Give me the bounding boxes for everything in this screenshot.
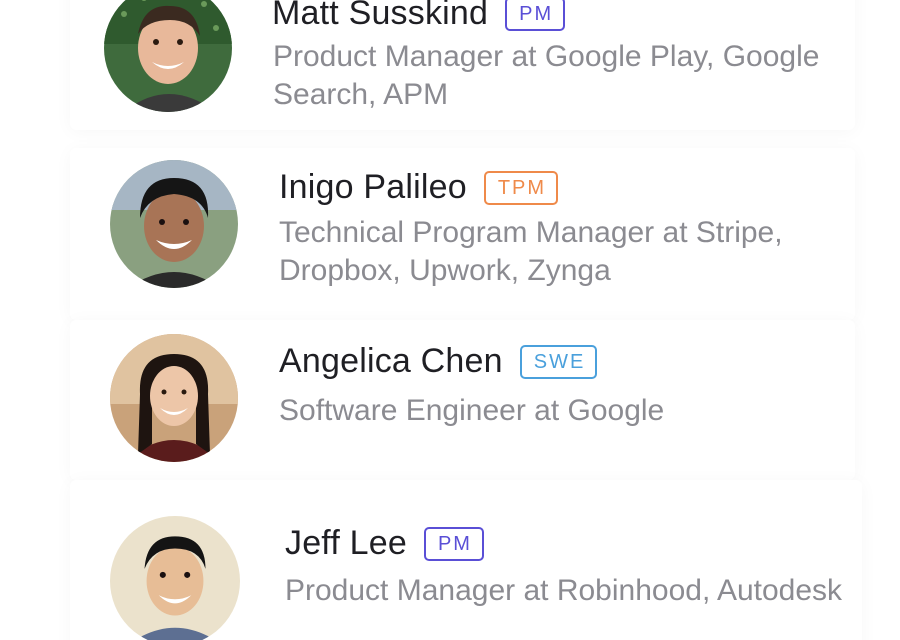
mentor-name-row: Jeff Lee PM <box>285 524 484 563</box>
avatar <box>110 160 238 288</box>
role-badge: PM <box>505 0 566 31</box>
avatar <box>110 334 238 462</box>
mentor-name-row: Matt Susskind PM <box>272 0 566 33</box>
role-badge: TPM <box>483 170 559 205</box>
mentor-name-row: Angelica Chen SWE <box>279 342 598 381</box>
role-badge: SWE <box>519 344 598 379</box>
mentor-description: Software Engineer at Google <box>279 394 665 427</box>
role-badge: PM <box>423 526 484 561</box>
avatar <box>110 516 240 640</box>
mentor-name[interactable]: Inigo Palileo <box>279 168 467 207</box>
mentor-description: Technical Program Manager at Stripe, Dro… <box>279 216 783 287</box>
mentor-description: Product Manager at Robinhood, Autodesk <box>285 574 843 607</box>
mentor-list: Matt Susskind PM Product Manager at Goog… <box>0 0 900 640</box>
mentor-name[interactable]: Angelica Chen <box>279 342 503 381</box>
mentor-name-row: Inigo Palileo TPM <box>279 168 559 207</box>
mentor-name[interactable]: Jeff Lee <box>285 524 407 563</box>
mentor-name[interactable]: Matt Susskind <box>272 0 488 33</box>
mentor-description: Product Manager at Google Play, Google S… <box>273 40 820 111</box>
